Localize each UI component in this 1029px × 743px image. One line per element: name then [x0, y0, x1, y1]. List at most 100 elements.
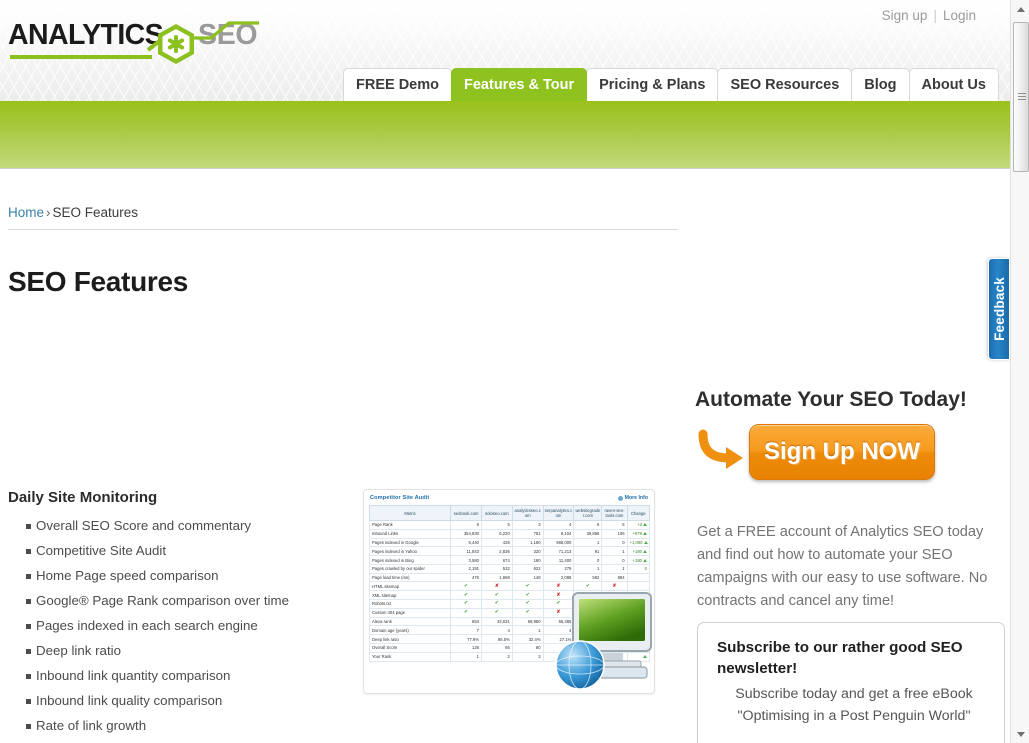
audit-value-cell: 6 [573, 520, 603, 530]
audit-value-cell: 966,000 [542, 537, 575, 548]
audit-col-change: Change [626, 505, 651, 521]
browser-page: ANALYTICS SEO Sign up | Login FREE Demo … [0, 0, 1029, 743]
list-item: Deep link ratio [8, 643, 338, 668]
audit-metric-cell: Overall Score [368, 642, 452, 653]
audit-value-cell: 426 [480, 537, 513, 548]
site-header: ANALYTICS SEO Sign up | Login FREE Demo … [0, 0, 1010, 101]
audit-value-cell: ✔ [511, 581, 544, 592]
audit-value-cell: 1 [573, 563, 603, 574]
curved-arrow-icon [698, 429, 743, 469]
page-title: SEO Features [8, 265, 189, 297]
daily-monitoring-list: Overall SEO Score and commentary Competi… [8, 518, 338, 743]
audit-metric-cell: Pages indexed in Yahoo [368, 546, 452, 557]
audit-value-cell: 91 [573, 546, 603, 557]
audit-screenshot-title: Competitor Site Audit [370, 495, 430, 501]
audit-value-cell: ✘ [480, 581, 513, 592]
chevron-up-icon [1016, 6, 1025, 12]
audit-value-cell: 6,220 [480, 528, 513, 539]
audit-value-cell: 853 [450, 616, 482, 627]
list-item: Inbound link quality comparison [8, 693, 338, 718]
audit-value-cell: 5 [480, 520, 513, 530]
nav-tab-blog[interactable]: Blog [851, 68, 910, 101]
nav-tab-seo-resources[interactable]: SEO Resources [717, 68, 853, 101]
site-logo[interactable]: ANALYTICS SEO [8, 14, 259, 64]
audit-value-cell: 1,668 [480, 572, 513, 583]
breadcrumb-home-link[interactable]: Home [8, 205, 44, 220]
audit-value-cell: 3 [511, 520, 544, 530]
audit-change-cell: +1,090 [626, 537, 651, 548]
logo-underline-bar [10, 55, 152, 59]
audit-value-cell: 4 [542, 520, 575, 530]
feedback-tab-label: Feedback [991, 277, 1007, 341]
list-item: Competitive Site Audit [8, 543, 338, 568]
nav-tab-pricing-plans[interactable]: Pricing & Plans [586, 68, 719, 101]
audit-value-cell: 0 [601, 555, 628, 565]
audit-metric-cell: Alexa rank [368, 616, 452, 627]
chevron-down-icon [1016, 731, 1025, 737]
audit-col-serpanalytics: serpanalytics.com [542, 505, 575, 521]
login-link[interactable]: Login [939, 8, 980, 23]
audit-value-cell: 622 [511, 563, 544, 574]
get-free-account-text: Get a FREE account of Analytics SEO toda… [697, 523, 988, 609]
audit-value-cell: 1 [573, 537, 603, 548]
audit-value-cell: 8,104 [542, 528, 575, 539]
logo-hexagon-icon [158, 24, 194, 64]
audit-change-cell: 0 [626, 563, 651, 574]
audit-value-cell: 5 [601, 520, 628, 530]
green-hero-band [0, 101, 1010, 169]
logo-text-analytics: ANALYTICS [8, 19, 164, 51]
scrollbar-down-button[interactable] [1011, 725, 1029, 743]
audit-value-cell: ✔ [511, 607, 544, 618]
audit-metric-cell: Inbound Links [368, 528, 452, 539]
audit-value-cell: ✔ [450, 581, 482, 592]
signup-cta-group: Sign Up NOW [695, 424, 945, 484]
audit-metric-cell: XML sitemap [368, 590, 452, 601]
table-row: Pages indexed in Yahoo 11,843 2,836 320 71,2… [368, 546, 651, 557]
audit-value-cell: 279 [542, 563, 575, 574]
audit-value-cell: 11,400 [542, 555, 575, 565]
audit-value-cell: 148 [511, 572, 544, 583]
audit-value-cell: 86.5% [480, 634, 513, 644]
audit-value-cell: 2,836 [480, 546, 513, 557]
audit-value-cell: 6,440 [450, 537, 482, 548]
table-row: Page Rank 6 5 3 4 6 5 +3 [368, 520, 651, 530]
audit-col-seobook: seobook.com [450, 505, 482, 521]
audit-value-cell: 3 [511, 651, 544, 662]
audit-value-cell: 1 [601, 546, 628, 557]
audit-metric-cell: Page Rank [368, 520, 452, 530]
nav-tab-about-us[interactable]: About Us [908, 68, 999, 101]
audit-value-cell: 32.4% [511, 634, 544, 644]
info-icon [617, 495, 623, 501]
audit-change-cell: +180 [626, 546, 651, 557]
audit-change-cell: +879 [626, 528, 651, 539]
nav-tab-free-demo[interactable]: FREE Demo [343, 68, 452, 101]
audit-value-cell: 674 [480, 555, 513, 565]
nav-tab-features-tour[interactable]: Features & Tour [451, 68, 588, 101]
audit-value-cell: 11,843 [450, 546, 482, 557]
audit-value-cell: 1 [601, 563, 628, 574]
audit-more-info-link[interactable]: More Info [617, 495, 648, 501]
table-row: Pages crawled by our spider 2,191 532 622 27… [368, 563, 651, 574]
scrollbar-up-button[interactable] [1011, 0, 1029, 18]
audit-value-cell: 0 [601, 537, 628, 548]
audit-value-cell: 68,960 [511, 616, 544, 627]
audit-value-cell: 884 [601, 572, 628, 583]
breadcrumb-chevron-icon: › [46, 205, 51, 220]
sign-up-now-button[interactable]: Sign Up NOW [749, 424, 935, 480]
audit-col-websitegrader: websitegrader.com [573, 505, 603, 521]
audit-change-cell: +3 [626, 520, 651, 530]
audit-value-cell: 7 [450, 625, 482, 636]
breadcrumb-divider [8, 229, 678, 230]
audit-value-cell: ✔ [480, 607, 513, 618]
audit-value-cell: 33,631 [480, 616, 513, 627]
audit-value-cell: ✔ [511, 599, 544, 609]
audit-value-cell: 66 [480, 642, 513, 653]
signup-link[interactable]: Sign up [878, 8, 932, 23]
feedback-tab[interactable]: Feedback [988, 258, 1010, 360]
automate-heading: Automate Your SEO Today! [695, 388, 967, 412]
audit-value-cell: ✔ [450, 590, 482, 601]
scrollbar-thumb[interactable] [1013, 22, 1029, 172]
audit-value-cell: 6 [450, 520, 482, 530]
browser-scrollbar[interactable] [1010, 0, 1029, 743]
audit-value-cell: 532 [480, 563, 513, 574]
